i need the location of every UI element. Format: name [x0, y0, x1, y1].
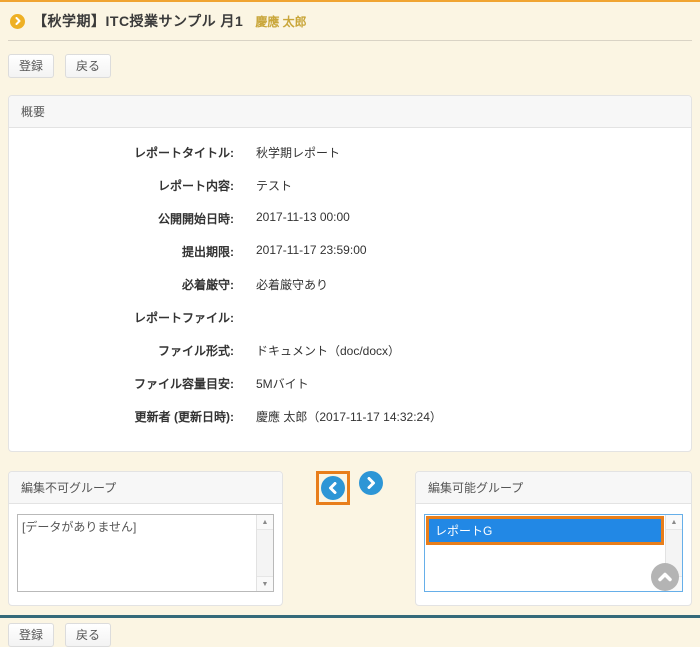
chevron-left-icon	[328, 482, 338, 494]
field-row-updated-by: 更新者 (更新日時): 慶應 太郎（2017-11-17 14:32:24）	[9, 400, 691, 433]
top-toolbar: 登録 戻る	[8, 54, 692, 78]
field-row-file-size: ファイル容量目安: 5Mバイト	[9, 367, 691, 400]
field-row-report-file: レポートファイル:	[9, 301, 691, 334]
overview-panel-title: 概要	[9, 96, 691, 128]
move-left-button[interactable]	[321, 476, 345, 500]
bottom-toolbar: 登録 戻る	[8, 623, 692, 647]
group-option-selected[interactable]: レポートG	[429, 519, 661, 542]
register-button-top[interactable]: 登録	[8, 54, 54, 78]
back-button-bottom[interactable]: 戻る	[65, 623, 111, 647]
field-row-report-content: レポート内容: テスト	[9, 169, 691, 202]
editable-groups-panel: 編集可能グループ レポートG ▲ ▼	[415, 471, 692, 606]
locked-groups-panel-title: 編集不可グループ	[9, 472, 282, 504]
field-value: 2017-11-17 23:59:00	[256, 243, 367, 260]
field-label: 公開開始日時:	[9, 210, 234, 227]
scroll-up-icon[interactable]: ▲	[666, 515, 682, 530]
field-value: テスト	[256, 177, 292, 194]
editable-groups-panel-title: 編集可能グループ	[416, 472, 691, 504]
chevron-up-icon	[658, 572, 672, 582]
overview-panel-body: レポートタイトル: 秋学期レポート レポート内容: テスト 公開開始日時: 20…	[9, 128, 691, 451]
header-user-name[interactable]: 慶應 太郎	[255, 13, 306, 30]
scroll-to-top-button[interactable]	[651, 563, 679, 591]
field-row-publish-start: 公開開始日時: 2017-11-13 00:00	[9, 202, 691, 235]
field-row-file-format: ファイル形式: ドキュメント（doc/docx）	[9, 334, 691, 367]
field-label: ファイル形式:	[9, 342, 234, 359]
locked-groups-scrollbar[interactable]: ▲ ▼	[256, 515, 273, 591]
highlight-box-selected-group: レポートG	[426, 516, 664, 545]
field-label: 更新者 (更新日時):	[9, 408, 234, 425]
overview-panel: 概要 レポートタイトル: 秋学期レポート レポート内容: テスト 公開開始日時:…	[8, 95, 692, 452]
field-value: 慶應 太郎（2017-11-17 14:32:24）	[256, 408, 442, 425]
field-row-report-title: レポートタイトル: 秋学期レポート	[9, 136, 691, 169]
field-value: 2017-11-13 00:00	[256, 210, 350, 227]
register-button-bottom[interactable]: 登録	[8, 623, 54, 647]
locked-groups-listbox[interactable]: [データがありません] ▲ ▼	[17, 514, 274, 592]
field-value: 5Mバイト	[256, 375, 309, 392]
back-button-top[interactable]: 戻る	[65, 54, 111, 78]
locked-groups-panel: 編集不可グループ [データがありません] ▲ ▼	[8, 471, 283, 606]
header-divider	[8, 40, 692, 41]
field-label: 必着厳守:	[9, 276, 234, 293]
page-title: 【秋学期】ITC授業サンプル 月1	[33, 11, 243, 31]
transfer-arrows	[283, 471, 415, 505]
field-value: 秋学期レポート	[256, 144, 340, 161]
field-label: 提出期限:	[9, 243, 234, 260]
field-row-strict-deadline: 必着厳守: 必着厳守あり	[9, 268, 691, 301]
chevron-right-icon	[366, 477, 376, 489]
page: 【秋学期】ITC授業サンプル 月1 慶應 太郎 登録 戻る 概要 レポートタイト…	[0, 2, 700, 647]
field-label: レポートタイトル:	[9, 144, 234, 161]
move-right-button[interactable]	[359, 471, 383, 495]
highlight-box-move-left	[316, 471, 350, 505]
editable-groups-listbox[interactable]: レポートG ▲ ▼	[424, 514, 683, 592]
field-value: 必着厳守あり	[256, 276, 328, 293]
group-transfer-section: 編集不可グループ [データがありません] ▲ ▼	[8, 471, 692, 606]
page-header: 【秋学期】ITC授業サンプル 月1 慶應 太郎	[8, 2, 692, 38]
chevron-right-circle-icon	[10, 14, 25, 29]
field-value: ドキュメント（doc/docx）	[256, 342, 400, 359]
locked-groups-empty-message: [データがありません]	[22, 520, 136, 534]
field-row-deadline: 提出期限: 2017-11-17 23:59:00	[9, 235, 691, 268]
scroll-down-icon[interactable]: ▼	[257, 576, 273, 591]
field-label: レポートファイル:	[9, 309, 234, 326]
field-label: レポート内容:	[9, 177, 234, 194]
field-label: ファイル容量目安:	[9, 375, 234, 392]
scroll-up-icon[interactable]: ▲	[257, 515, 273, 530]
